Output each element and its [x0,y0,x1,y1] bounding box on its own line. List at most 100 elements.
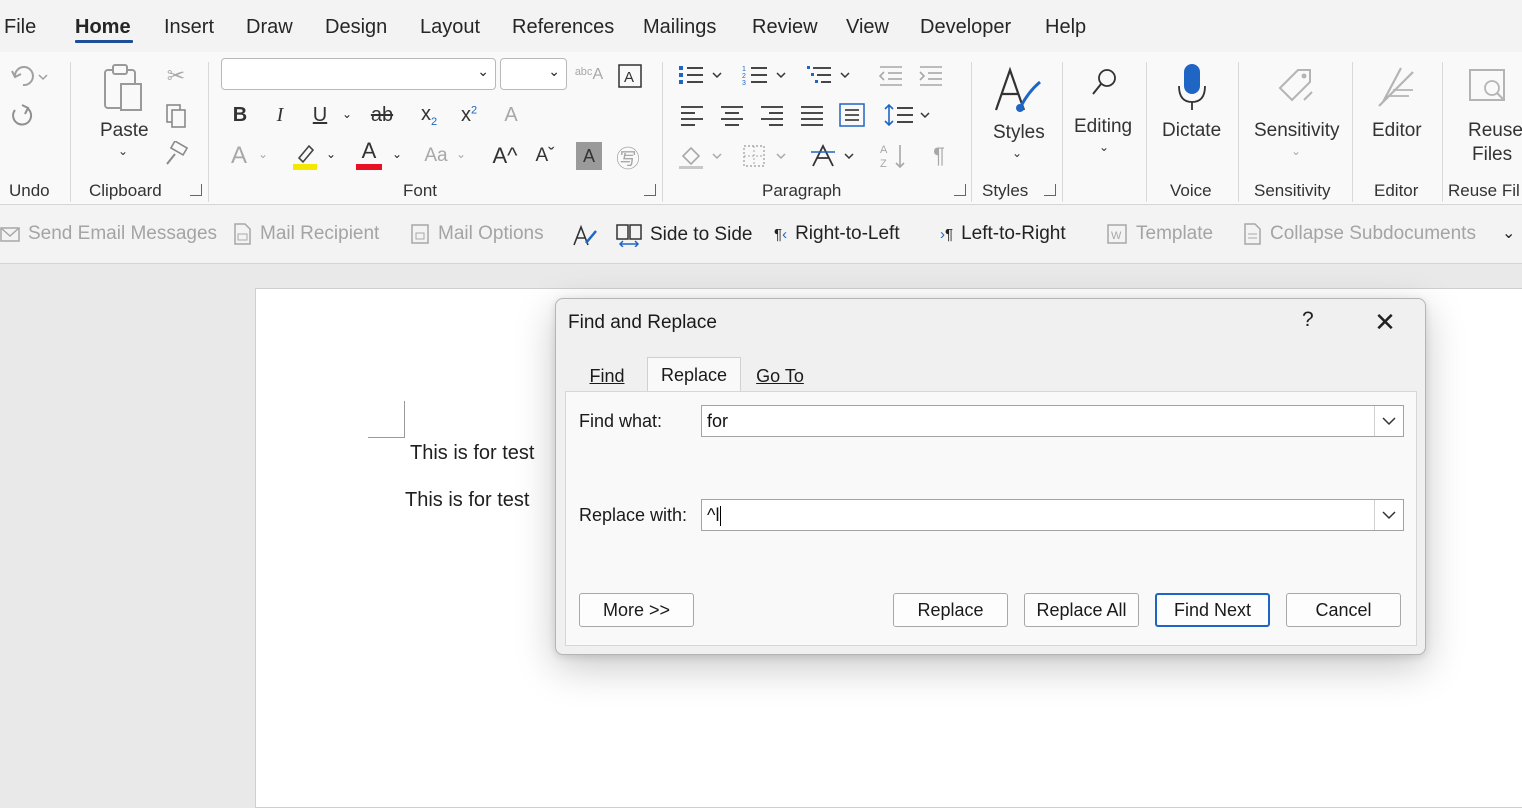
mail-recipient-button[interactable]: Mail Recipient [232,223,379,245]
multilevel-list-button[interactable] [804,60,856,90]
clear-all-formatting-button[interactable]: A [496,100,526,130]
document-text-line[interactable]: This is for test [410,442,534,465]
menu-help[interactable]: Help [1045,16,1086,39]
menu-view[interactable]: View [846,16,889,39]
change-case-button[interactable]: Aa [418,140,454,172]
menu-bar: File Home Insert Draw Design Layout Refe… [0,0,1522,52]
font-name-combo[interactable]: ⌄ [221,58,496,90]
clipboard-launcher-icon[interactable] [190,184,202,196]
send-email-messages-button[interactable]: Send Email Messages [0,223,217,245]
dictate-button[interactable]: Dictate [1156,60,1228,170]
bold-button[interactable]: B [226,100,254,130]
replace-history-dropdown[interactable] [1374,500,1403,530]
find-history-dropdown[interactable] [1374,406,1403,436]
italic-button[interactable]: I [266,100,294,130]
sort-button[interactable]: AZ [876,140,912,172]
tab-find[interactable]: Find [566,359,648,391]
mail-options-button[interactable]: Mail Options [410,223,544,245]
paragraph-launcher-icon[interactable] [954,184,966,196]
font-launcher-icon[interactable] [644,184,656,196]
increase-indent-button[interactable] [914,60,946,90]
underline-button[interactable]: U [306,100,334,130]
mail-options-icon [411,224,429,244]
group-label-font: Font [403,181,438,200]
find-what-label: Find what: [579,411,663,431]
show-formatting-marks-button[interactable]: ¶ [924,140,954,172]
format-painter-button[interactable] [162,140,190,168]
format-styles-button[interactable] [572,223,598,247]
shading-button[interactable] [676,140,728,172]
replace-all-button[interactable]: Replace All [1024,593,1139,627]
undo-button[interactable] [6,60,52,92]
numbering-button[interactable]: 123 [740,60,792,90]
redo-button[interactable] [6,98,36,130]
distributed-button[interactable] [836,100,868,130]
template-button[interactable]: W Template [1106,223,1213,245]
group-separator [971,62,972,202]
align-left-button[interactable] [676,100,708,130]
subscript-button[interactable]: x2 [414,100,444,130]
menu-mailings[interactable]: Mailings [643,16,716,39]
align-center-button[interactable] [716,100,748,130]
text-effects-button[interactable]: A [224,140,254,172]
paint-bucket-icon [679,146,722,169]
close-icon[interactable]: ✕ [1368,305,1402,339]
enclose-characters-button[interactable]: ㊢ [614,142,642,173]
copy-button[interactable] [162,102,190,130]
left-to-right-button[interactable]: ›¶ Left-to-Right [940,223,1066,245]
font-color-button[interactable]: A [354,138,384,172]
menu-file[interactable]: File [4,16,36,39]
menu-review[interactable]: Review [752,16,818,39]
group-separator [662,62,663,202]
toolbar-overflow-button[interactable]: ⌄ [1502,223,1515,243]
styles-button[interactable]: Styles ⌄ [988,60,1046,170]
decrease-indent-button[interactable] [874,60,906,90]
highlight-button[interactable] [290,140,320,172]
shrink-font-button[interactable]: Aˇ [530,140,560,172]
character-shading-button[interactable]: A [576,142,602,170]
styles-launcher-icon[interactable] [1044,184,1056,196]
superscript-button[interactable]: x2 [454,100,484,130]
help-button[interactable]: ? [1302,308,1314,332]
find-what-input[interactable]: for [701,405,1404,437]
menu-design[interactable]: Design [325,16,387,39]
menu-draw[interactable]: Draw [246,16,293,39]
editing-button[interactable]: Editing ⌄ [1070,60,1138,170]
tab-replace[interactable]: Replace [647,357,741,393]
menu-developer[interactable]: Developer [920,16,1011,39]
menu-layout[interactable]: Layout [420,16,480,39]
menu-home[interactable]: Home [75,16,131,39]
chevron-down-icon: ⌄ [342,107,353,121]
font-size-combo[interactable]: ⌄ [500,58,567,90]
document-text-line[interactable]: This is for test [405,489,529,512]
strikethrough-button[interactable]: ab [366,100,398,130]
justify-button[interactable] [796,100,828,130]
sensitivity-button[interactable]: Sensitivity ⌄ [1248,60,1344,170]
chevron-down-icon: ⌄ [392,147,403,161]
menu-references[interactable]: References [512,16,614,39]
side-to-side-button[interactable]: Side to Side [616,223,752,247]
cancel-button[interactable]: Cancel [1286,593,1401,627]
line-spacing-button[interactable] [882,100,934,130]
collapse-subdocuments-button[interactable]: Collapse Subdocuments [1242,223,1476,245]
svg-text:W: W [1111,230,1122,242]
editor-button[interactable]: Editor [1362,60,1434,170]
replace-button[interactable]: Replace [893,593,1008,627]
bullets-button[interactable] [676,60,728,90]
right-to-left-button[interactable]: ¶‹ Right-to-Left [774,223,900,245]
cut-button[interactable]: ✂ [162,62,190,90]
paste-button[interactable]: Paste ⌄ [96,60,150,158]
text-box-button[interactable]: A [616,62,644,90]
asian-layout-button[interactable] [808,140,860,172]
more-button[interactable]: More >> [579,593,694,627]
find-next-button[interactable]: Find Next [1155,593,1270,627]
find-replace-dialog: Find and Replace ? ✕ Find Replace Go To … [555,298,1426,655]
borders-button[interactable] [740,140,792,172]
tab-goto[interactable]: Go To [741,359,819,391]
reuse-files-button[interactable]: Reuse Files [1452,60,1522,170]
align-right-button[interactable] [756,100,788,130]
menu-insert[interactable]: Insert [164,16,214,39]
clear-formatting-abc-icon[interactable]: ᵃᵇᶜA [574,60,604,90]
replace-with-input[interactable]: ^l [701,499,1404,531]
grow-font-button[interactable]: A^ [490,140,520,172]
